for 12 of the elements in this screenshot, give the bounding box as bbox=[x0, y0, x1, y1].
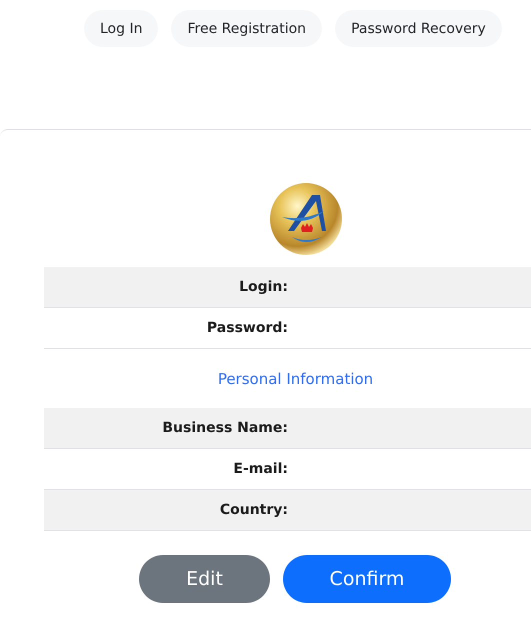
field-label: Password: bbox=[206, 320, 288, 336]
confirm-button[interactable]: Confirm bbox=[283, 555, 451, 603]
field-label: Login: bbox=[238, 279, 288, 295]
field-label: Business Name: bbox=[161, 420, 288, 436]
nav-button[interactable]: Log In bbox=[84, 10, 158, 47]
logo-icon bbox=[268, 181, 344, 257]
section-title: Personal Information bbox=[218, 370, 374, 388]
field-label: Country: bbox=[218, 502, 288, 518]
field-label: E-mail: bbox=[232, 461, 288, 477]
nav-button[interactable]: Free Registration bbox=[171, 10, 322, 47]
edit-button[interactable]: Edit bbox=[139, 555, 270, 603]
nav-button[interactable]: Password Recovery bbox=[335, 10, 502, 47]
